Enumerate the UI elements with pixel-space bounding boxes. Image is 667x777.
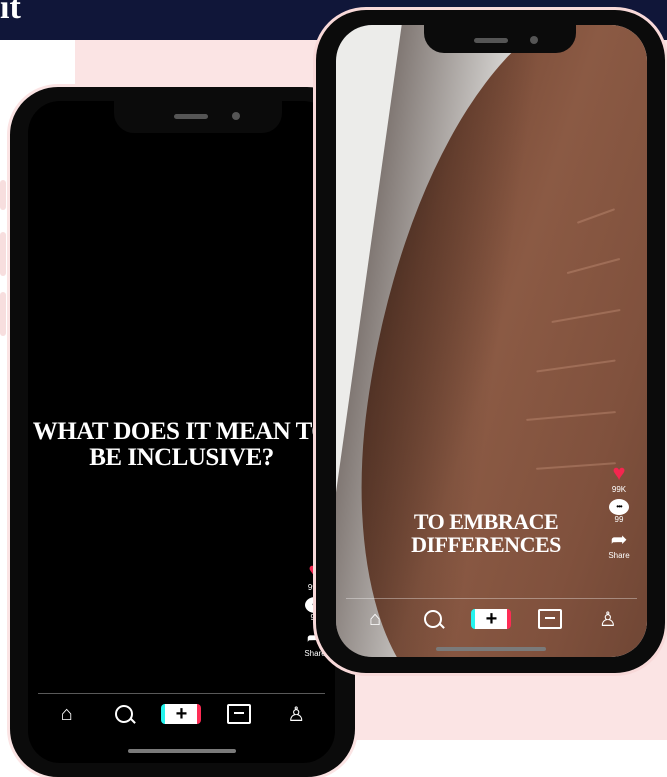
search-icon[interactable]: [413, 604, 453, 634]
side-decoration: [0, 180, 6, 210]
heart-icon[interactable]: ♥: [604, 461, 634, 485]
profile-icon[interactable]: ♙: [276, 699, 316, 729]
create-icon[interactable]: +: [471, 604, 512, 634]
front-camera: [530, 36, 538, 44]
share-label: Share: [608, 551, 630, 560]
inbox-icon[interactable]: [219, 699, 259, 729]
phone-screen-left: WHAT DOES IT MEAN TO BE INCLUSIVE? ♥ 99K…: [28, 101, 335, 763]
side-decoration: [0, 232, 6, 276]
comments-count: 99: [614, 515, 624, 524]
phone-mockup-right: TO EMBRACE DIFFERENCES ♥ 99K 99 ➦ Share …: [316, 10, 665, 673]
likes-count: 99K: [611, 485, 627, 494]
banner-title: it: [0, 0, 21, 26]
home-icon[interactable]: ⌂: [355, 604, 395, 634]
side-decoration: [0, 292, 6, 336]
bottom-tab-bar: ⌂ + ♙: [38, 693, 325, 734]
front-camera: [232, 112, 240, 120]
inbox-icon[interactable]: [530, 604, 570, 634]
search-icon[interactable]: [104, 699, 144, 729]
comment-icon[interactable]: [609, 499, 629, 515]
home-indicator: [128, 749, 236, 753]
create-icon[interactable]: +: [161, 699, 202, 729]
profile-icon[interactable]: ♙: [588, 604, 628, 634]
bottom-tab-bar: ⌂ + ♙: [346, 598, 637, 639]
phone-notch: [114, 101, 282, 133]
video-caption: WHAT DOES IT MEAN TO BE INCLUSIVE?: [32, 418, 331, 472]
action-column: ♥ 99K 99 ➦ Share: [604, 461, 634, 565]
speaker-grille: [174, 114, 208, 119]
phone-mockup-left: WHAT DOES IT MEAN TO BE INCLUSIVE? ♥ 99K…: [10, 87, 355, 777]
phone-notch: [424, 25, 576, 53]
home-indicator: [436, 647, 546, 651]
speaker-grille: [474, 38, 508, 43]
phone-screen-right: TO EMBRACE DIFFERENCES ♥ 99K 99 ➦ Share …: [336, 25, 647, 657]
video-caption: TO EMBRACE DIFFERENCES: [411, 509, 561, 558]
share-icon[interactable]: ➦: [604, 529, 634, 551]
home-icon[interactable]: ⌂: [47, 699, 87, 729]
